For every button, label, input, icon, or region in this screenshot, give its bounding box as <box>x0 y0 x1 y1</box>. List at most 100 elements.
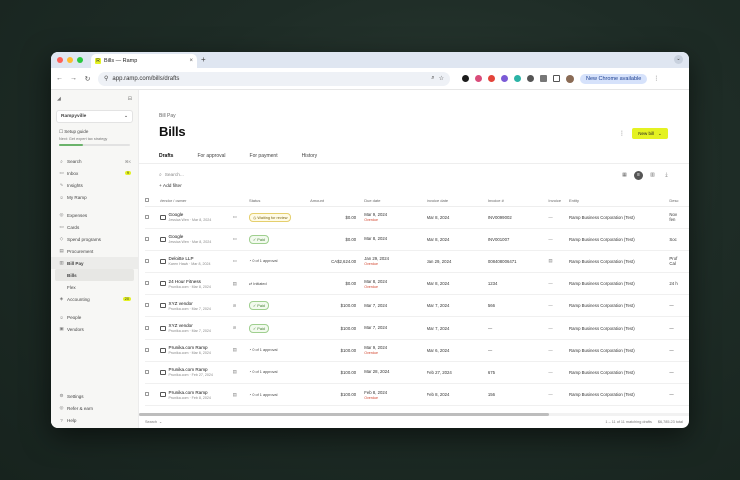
extension-icon[interactable] <box>501 75 508 82</box>
table-row[interactable]: XYZ vendor Prunika.com · Mar 7, 2024 ⊘ ✓ Pa… <box>145 294 689 318</box>
sidebar-item-procurement[interactable]: ▤ Procurement <box>51 245 138 257</box>
browser-menu-icon[interactable]: ⋮ <box>653 75 659 82</box>
sidebar-item-cards[interactable]: ▭ Cards <box>51 221 138 233</box>
address-bar[interactable]: ⚲ app.ramp.com/bills/drafts ⌕ ☆ <box>98 71 450 86</box>
extension-icon[interactable] <box>488 75 495 82</box>
vendor-cell[interactable]: Deloitte LLP Karen Hawk · Mar 8, 2024 <box>159 250 233 274</box>
sidebar-item-help[interactable]: ? Help <box>51 414 138 426</box>
extension-icon[interactable] <box>462 75 469 82</box>
back-button[interactable]: ← <box>56 75 63 82</box>
column-header[interactable]: Desc <box>669 196 689 207</box>
vendor-cell[interactable]: XYZ vendor Prunika.com · Mar 7, 2024 <box>159 316 233 340</box>
add-filter-button[interactable]: + Add filter <box>159 184 182 189</box>
invoice-file-cell[interactable]: — <box>548 383 569 407</box>
sidebar-item-settings[interactable]: ⚙ Settings <box>51 390 138 402</box>
sidebar-item-vendors[interactable]: ▣ Vendors <box>51 323 138 335</box>
row-checkbox[interactable] <box>145 339 160 362</box>
setup-guide-link[interactable]: ☐ Setup guide <box>51 123 138 135</box>
sidebar-subitem-bills[interactable]: Bills <box>55 269 134 281</box>
new-tab-button[interactable]: + <box>201 54 206 66</box>
column-header[interactable]: Entity <box>569 196 670 207</box>
sidebar-item-spend-programs[interactable]: ◇ Spend programs <box>51 233 138 245</box>
table-row[interactable]: 24 Hour Fitness Prunika.com · Mar 8, 2024… <box>145 272 689 296</box>
calendar-icon[interactable]: ▦ <box>620 171 629 180</box>
business-switcher[interactable]: Rampyville ⌄ <box>56 110 133 123</box>
table-row[interactable]: Prunika.com Ramp Prunika.com · Feb 8, 202… <box>145 383 689 407</box>
new-chrome-available-button[interactable]: New Chrome available <box>580 73 648 84</box>
vendor-cell[interactable]: Prunika.com Ramp Prunika.com · Feb 8, 202… <box>159 383 233 407</box>
sidebar-item-search[interactable]: ⌕ Search ⌘K <box>51 155 138 167</box>
ramp-logo-icon[interactable]: ◢ <box>57 96 61 102</box>
invoice-file-cell[interactable]: — <box>548 316 569 340</box>
row-checkbox[interactable] <box>145 361 160 385</box>
invoice-file-cell[interactable]: — <box>548 361 569 385</box>
search-input[interactable]: Search... <box>165 173 184 178</box>
sidebar-item-accounting[interactable]: ◈ Accounting 20 <box>51 293 138 305</box>
new-bill-button[interactable]: New bill ⌄ <box>632 128 668 139</box>
sidebar-item-bill-pay[interactable]: ▥ Bill Pay <box>51 257 138 269</box>
browser-tab[interactable]: R Bills — Ramp × <box>91 54 197 68</box>
row-checkbox[interactable] <box>145 228 160 251</box>
invoice-file-cell[interactable]: — <box>548 294 569 318</box>
scrollbar-thumb[interactable] <box>139 413 549 416</box>
zoom-icon[interactable]: ⌕ <box>431 75 434 82</box>
column-header[interactable]: Invoice date <box>426 196 488 207</box>
column-header[interactable]: Due date <box>364 196 427 207</box>
close-window-button[interactable] <box>57 57 63 63</box>
invoice-file-cell[interactable]: — <box>548 206 569 229</box>
profile-avatar[interactable] <box>566 74 574 83</box>
vendor-cell[interactable]: Google Jessica Wen · Mar 8, 2024 <box>159 228 233 251</box>
table-row[interactable]: Google Jessica Wen · Mar 8, 2024 ▭ ✓ Paid $0… <box>145 228 689 251</box>
row-checkbox[interactable] <box>145 206 160 229</box>
vendor-cell[interactable]: Google Jessica Wen · Mar 8, 2024 <box>159 206 233 229</box>
vendor-cell[interactable]: Prunika.com Ramp Prunika.com · Mar 6, 202… <box>159 339 233 362</box>
puzzle-extensions-icon[interactable] <box>540 75 547 82</box>
extension-icon[interactable] <box>475 75 482 82</box>
columns-icon[interactable]: ▥ <box>648 171 657 180</box>
table-row[interactable]: Deloitte LLP Karen Hawk · Mar 8, 2024 ▭ ◔ 0… <box>145 250 689 274</box>
vendor-cell[interactable]: 24 Hour Fitness Prunika.com · Mar 8, 2024 <box>159 272 233 296</box>
footer-search[interactable]: Search <box>145 420 157 424</box>
filter-icon[interactable]: ≡ <box>634 170 643 180</box>
invoice-file-cell[interactable]: — <box>548 339 569 362</box>
column-header[interactable]: Amount <box>310 196 365 207</box>
bookmark-star-icon[interactable]: ☆ <box>439 75 444 82</box>
more-options-icon[interactable]: ⋮ <box>619 130 625 137</box>
table-row[interactable]: Google Jessica Wen · Mar 8, 2024 ▭ ◷ Waitin… <box>145 206 689 229</box>
column-header[interactable]: Vendor / owner <box>159 196 233 207</box>
tab-search-button[interactable]: ⌄ <box>674 55 683 64</box>
vendor-cell[interactable]: XYZ vendor Prunika.com · Mar 7, 2024 <box>159 294 233 318</box>
side-panel-icon[interactable] <box>553 75 560 82</box>
breadcrumb[interactable]: Bill Pay <box>159 113 176 119</box>
download-icon[interactable]: ⤓ <box>662 171 671 180</box>
column-header[interactable]: Status <box>249 196 311 207</box>
forward-button[interactable]: → <box>70 75 77 82</box>
site-info-icon[interactable]: ⚲ <box>104 75 108 82</box>
extension-icon[interactable] <box>514 75 521 82</box>
invoice-file-cell[interactable]: — <box>548 228 569 251</box>
vendor-cell[interactable]: Prunika.com Ramp Prunika.com · Feb 27, 20… <box>159 361 233 385</box>
table-row[interactable]: Prunika.com Ramp Prunika.com · Mar 6, 202… <box>145 339 689 362</box>
row-checkbox[interactable] <box>145 294 160 318</box>
row-checkbox[interactable] <box>145 272 160 296</box>
column-header[interactable]: Invoice # <box>487 196 549 207</box>
row-checkbox[interactable] <box>145 250 160 274</box>
tab-close-icon[interactable]: × <box>189 58 193 64</box>
sidebar-subitem-flex[interactable]: Flex <box>51 281 138 293</box>
sidebar-item-refer-earn[interactable]: ◎ Refer & earn <box>51 402 138 414</box>
sidebar-item-insights[interactable]: ∿ Insights <box>51 179 138 191</box>
minimize-window-button[interactable] <box>67 57 73 63</box>
table-row[interactable]: XYZ vendor Prunika.com · Mar 7, 2024 ⊘ ✓ Pa… <box>145 316 689 340</box>
table-row[interactable]: Prunika.com Ramp Prunika.com · Feb 27, 20… <box>145 361 689 385</box>
invoice-file-cell[interactable]: — <box>548 272 569 296</box>
row-checkbox[interactable] <box>145 383 160 407</box>
row-checkbox[interactable] <box>145 316 160 340</box>
invoice-file-cell[interactable]: ▤ <box>548 250 569 274</box>
horizontal-scrollbar[interactable] <box>139 413 689 416</box>
collapse-sidebar-icon[interactable]: ⊟ <box>128 96 132 102</box>
maximize-window-button[interactable] <box>77 57 83 63</box>
sidebar-item-inbox[interactable]: ▭ Inbox 9 <box>51 167 138 179</box>
select-all-checkbox[interactable] <box>145 196 160 207</box>
column-header[interactable]: Invoice <box>548 196 569 207</box>
reload-button[interactable]: ↻ <box>84 75 91 83</box>
